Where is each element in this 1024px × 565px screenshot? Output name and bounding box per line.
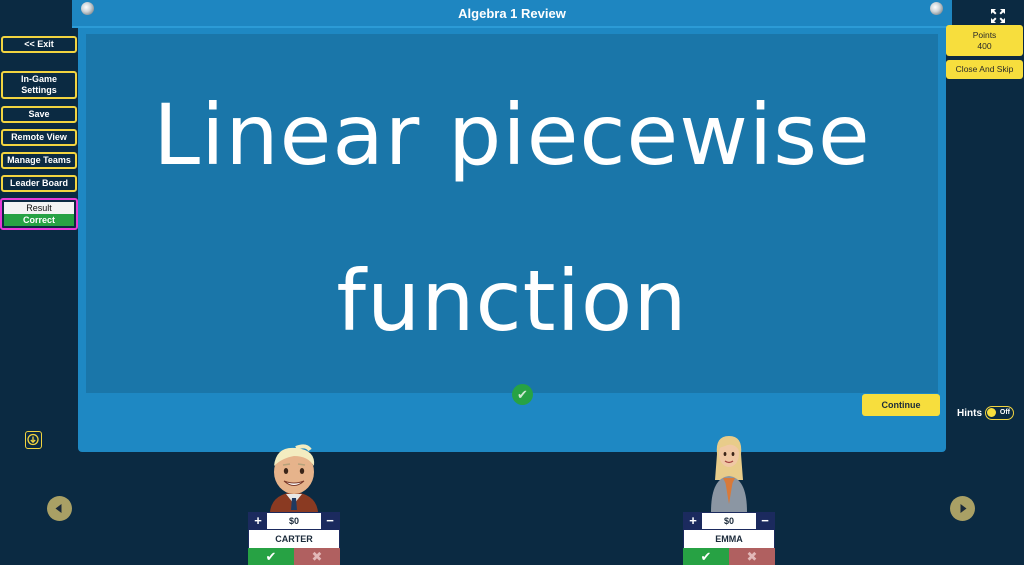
card-text-line-1: Linear piecewise	[153, 86, 871, 184]
plus-button[interactable]: +	[684, 513, 702, 529]
checkmark-icon: ✔	[512, 384, 533, 405]
previous-player-button[interactable]	[47, 496, 72, 521]
remote-view-button[interactable]: Remote View	[1, 129, 77, 146]
result-value: Correct	[4, 214, 74, 226]
plus-button[interactable]: +	[249, 513, 267, 529]
toggle-knob	[987, 408, 996, 417]
arrow-down-icon	[27, 433, 39, 446]
pin-icon	[930, 2, 943, 15]
mark-row: ✔ ✖	[248, 548, 340, 565]
pin-icon	[81, 2, 94, 15]
avatar	[270, 444, 318, 512]
score-row: + $0 −	[248, 512, 340, 530]
hints-control[interactable]: Hints Off	[957, 405, 1014, 421]
leader-board-button[interactable]: Leader Board	[1, 175, 77, 192]
settings-label-line2: Settings	[21, 85, 57, 95]
game-board: Algebra 1 Review Linear piecewise functi…	[72, 0, 952, 452]
manage-teams-button[interactable]: Manage Teams	[1, 152, 77, 169]
checkmark-icon: ✔	[265, 549, 277, 564]
score-row: + $0 −	[683, 512, 775, 530]
mark-row: ✔ ✖	[683, 548, 775, 565]
hints-toggle[interactable]: Off	[985, 406, 1014, 420]
checkmark-icon: ✔	[700, 549, 712, 564]
mark-wrong-button[interactable]: ✖	[729, 548, 775, 565]
minus-button[interactable]: −	[756, 513, 774, 529]
triangle-left-icon	[55, 504, 62, 513]
player-name: CARTER	[248, 530, 340, 548]
mark-wrong-button[interactable]: ✖	[294, 548, 340, 565]
continue-button[interactable]: Continue	[862, 394, 940, 416]
mark-correct-button[interactable]: ✔	[683, 548, 729, 565]
question-card: Linear piecewise function	[86, 34, 938, 393]
save-button[interactable]: Save	[1, 106, 77, 123]
next-player-button[interactable]	[950, 496, 975, 521]
mark-correct-button[interactable]: ✔	[248, 548, 294, 565]
x-mark-icon: ✖	[311, 549, 323, 564]
result-label: Result	[4, 202, 74, 214]
result-panel: Result Correct	[0, 198, 78, 230]
expand-arrows-icon[interactable]	[991, 9, 1005, 23]
in-game-settings-button[interactable]: In-Game Settings	[1, 71, 77, 99]
points-panel: Points 400	[946, 25, 1023, 56]
x-mark-icon: ✖	[746, 549, 758, 564]
scroll-down-button[interactable]	[25, 431, 42, 449]
hints-label: Hints	[957, 407, 982, 419]
player-score: $0	[288, 516, 299, 526]
avatar	[711, 436, 747, 512]
board-title: Algebra 1 Review	[72, 0, 952, 28]
player-name: EMMA	[683, 530, 775, 548]
board-frame: Linear piecewise function ✔ Continue	[78, 28, 946, 452]
settings-label-line1: In-Game	[20, 74, 57, 84]
points-value: 400	[977, 41, 992, 51]
triangle-right-icon	[960, 504, 967, 513]
exit-button[interactable]: << Exit	[1, 36, 77, 53]
player-score: $0	[723, 516, 734, 526]
minus-button[interactable]: −	[321, 513, 339, 529]
card-text-line-2: function	[336, 252, 688, 350]
hints-state: Off	[999, 409, 1010, 416]
close-and-skip-button[interactable]: Close And Skip	[946, 60, 1023, 79]
points-label: Points	[972, 30, 997, 40]
